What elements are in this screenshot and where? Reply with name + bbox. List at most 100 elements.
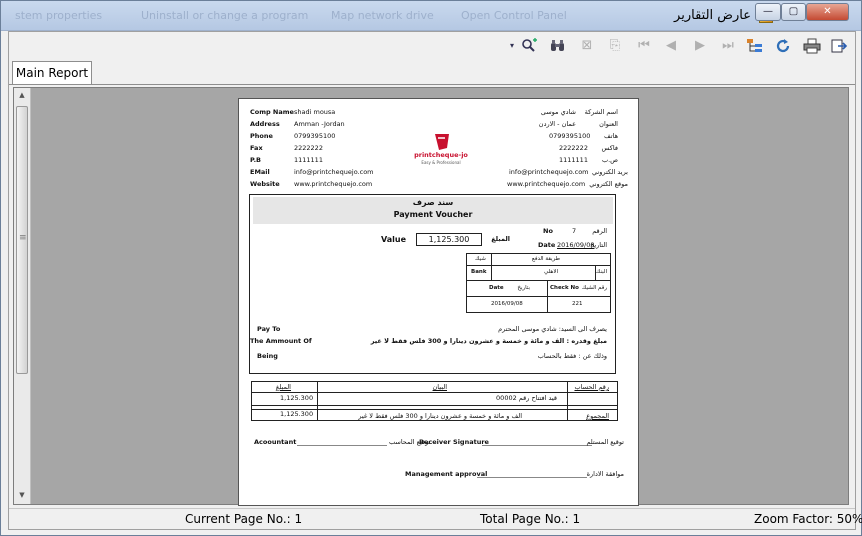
company-pb-label-ar: ص.ب (601, 156, 618, 164)
bg-tab: stem properties (15, 9, 103, 22)
voucher-title-ar: سند صرف (412, 198, 454, 207)
logo-tagline: Easy & Professional (421, 160, 461, 165)
pay-to-label: Pay To (257, 325, 281, 333)
bg-tab: Map network drive (331, 9, 434, 22)
company-logo: printcheque-jo Easy & Professional (411, 132, 471, 168)
check-no-label-ar: رقم الشيك (581, 285, 607, 291)
amount-label: The Ammount Of (250, 337, 312, 345)
voucher-no-value: 7 (572, 227, 577, 235)
cheque-ar: شيك (475, 256, 486, 262)
management-label: Management approval (405, 470, 488, 478)
receiver-line (482, 445, 592, 446)
check-date-label-ar: بتاريخ (517, 285, 530, 291)
voucher-date-label-ar: التاريخ (590, 241, 607, 249)
tab-main-report[interactable]: Main Report (12, 61, 92, 85)
print-icon[interactable] (803, 38, 821, 54)
company-email-label-ar: بريد الكتروني (592, 168, 628, 176)
company-name-value-ar: شادي موسى (540, 108, 576, 116)
window-title: عارض التقارير (674, 8, 751, 23)
being-label: Being (257, 352, 278, 360)
company-phone-label-ar: هاتف (604, 132, 618, 140)
company-fax-label: Fax (250, 144, 263, 152)
company-fax-value: 2222222 (294, 144, 323, 152)
report-viewer-area: ▲ ≡ ▼ Comp Name shadi mousa Address Amma… (13, 87, 849, 506)
check-date-label: Date (489, 285, 504, 291)
next-page-icon[interactable]: ▶ (691, 38, 709, 54)
management-line (477, 477, 587, 478)
zoom-status: Zoom Factor: 50% (754, 512, 862, 526)
dropdown-arrow-icon[interactable]: ▾ (508, 38, 516, 54)
row-amount: 1,125.300 (280, 394, 314, 402)
accountant-line (297, 445, 387, 446)
voucher-date-label: Date (538, 241, 556, 249)
row-desc: قيد افتتاح رقم 00002 (496, 394, 557, 402)
refresh-icon[interactable] (774, 38, 792, 54)
logo-text: printcheque-jo (414, 151, 468, 159)
export-report-icon[interactable] (830, 38, 848, 54)
total-words: الف و مائة و خمسة و عشرون دينارا و 300 ف… (358, 412, 522, 420)
status-bar: Current Page No.: 1 Total Page No.: 1 Zo… (9, 508, 862, 528)
close-doc-icon[interactable]: ⊠ (578, 38, 596, 54)
accounts-table: المبلغ البيان رقم الحساب 1,125.300 قيد ا… (251, 381, 618, 421)
scroll-thumb[interactable]: ≡ (16, 106, 28, 374)
voucher-header: سند صرف Payment Voucher (253, 197, 613, 224)
minimize-button[interactable]: — (755, 3, 781, 21)
company-phone-value-ar: 0799395100 (549, 132, 591, 140)
total-page-status: Total Page No.: 1 (480, 512, 581, 526)
close-button[interactable]: ✕ (806, 3, 849, 21)
client-area: ▾ ⊠ ⎘ ⏮ ◀ ▶ ⏭ Main Report ▲ ≡ ▼ Comp Nam… (8, 31, 862, 530)
bank-label: Bank (471, 269, 487, 275)
payment-method-table: شيك طريقة الدفع Bank الاهلي البنك Date ب… (466, 253, 611, 313)
receiver-label: Receiver Signature (419, 438, 489, 446)
tab-divider (9, 84, 855, 85)
amount-ar: مبلغ وقدره : الف و مائة و خمسة و عشرون د… (370, 337, 607, 345)
total-amount: 1,125.300 (280, 410, 314, 418)
company-phone-label: Phone (250, 132, 273, 140)
company-pb-label: P.B (250, 156, 261, 164)
value-label: Value (381, 235, 407, 244)
scroll-down-icon[interactable]: ▼ (16, 491, 28, 501)
being-ar: وذلك عن : فقط بالحساب (537, 352, 607, 360)
bg-tab: Uninstall or change a program (141, 9, 309, 22)
header-amount: المبلغ (275, 383, 291, 391)
check-no-label: Check No (550, 285, 579, 291)
company-phone-value: 0799395100 (294, 132, 336, 140)
company-website-label-ar: موقع الكتروني (589, 180, 628, 188)
previous-page-icon[interactable]: ◀ (662, 38, 680, 54)
company-website-value: www.printchequejo.com (294, 180, 373, 188)
company-fax-label-ar: فاكس (601, 144, 618, 152)
toolbar: ▾ ⊠ ⎘ ⏮ ◀ ▶ ⏭ (9, 32, 855, 60)
vertical-scrollbar[interactable]: ▲ ≡ ▼ (14, 88, 31, 504)
scroll-up-icon[interactable]: ▲ (16, 91, 28, 101)
company-email-value: info@printchequejo.com (294, 168, 374, 176)
company-email-label: EMail (250, 168, 270, 176)
check-date-value: 2016/09/08 (491, 301, 523, 307)
accountant-label: Acoountant (254, 438, 297, 446)
company-email-value-ar: info@printchequejo.com (509, 168, 589, 176)
export-icon[interactable]: ⎘ (606, 38, 624, 54)
report-page: Comp Name shadi mousa Address Amman -Jor… (238, 98, 639, 506)
report-viewer-window: stem properties Uninstall or change a pr… (0, 0, 862, 536)
header-desc: البيان (432, 383, 447, 391)
company-pb-value: 1111111 (294, 156, 323, 164)
value-amount: 1,125.300 (416, 233, 482, 246)
find-icon[interactable] (520, 38, 538, 54)
bank-value: الاهلي (544, 269, 558, 275)
last-page-icon[interactable]: ⏭ (719, 38, 737, 54)
group-tree-icon[interactable] (746, 38, 764, 54)
pay-to-ar: يصرف الى السيد: شادي موسى المحترم (498, 325, 607, 333)
bank-label-ar: البنك (595, 269, 607, 275)
company-address-label-ar: العنوان (599, 120, 618, 128)
maximize-button[interactable]: ▢ (781, 3, 806, 21)
voucher-box: سند صرف Payment Voucher No 7 الرقم Date … (249, 194, 616, 374)
company-website-label: Website (250, 180, 280, 188)
management-label-ar: موافقة الادارة (586, 470, 624, 478)
bg-tab: Open Control Panel (461, 9, 567, 22)
payment-method-ar: طريقة الدفع (531, 256, 560, 262)
company-name-label-ar: اسم الشركة (584, 108, 618, 116)
voucher-no-label-ar: الرقم (592, 227, 607, 235)
binoculars-icon[interactable] (549, 38, 567, 54)
voucher-no-label: No (543, 227, 553, 235)
first-page-icon[interactable]: ⏮ (635, 38, 653, 54)
header-account: رقم الحساب (574, 383, 609, 391)
